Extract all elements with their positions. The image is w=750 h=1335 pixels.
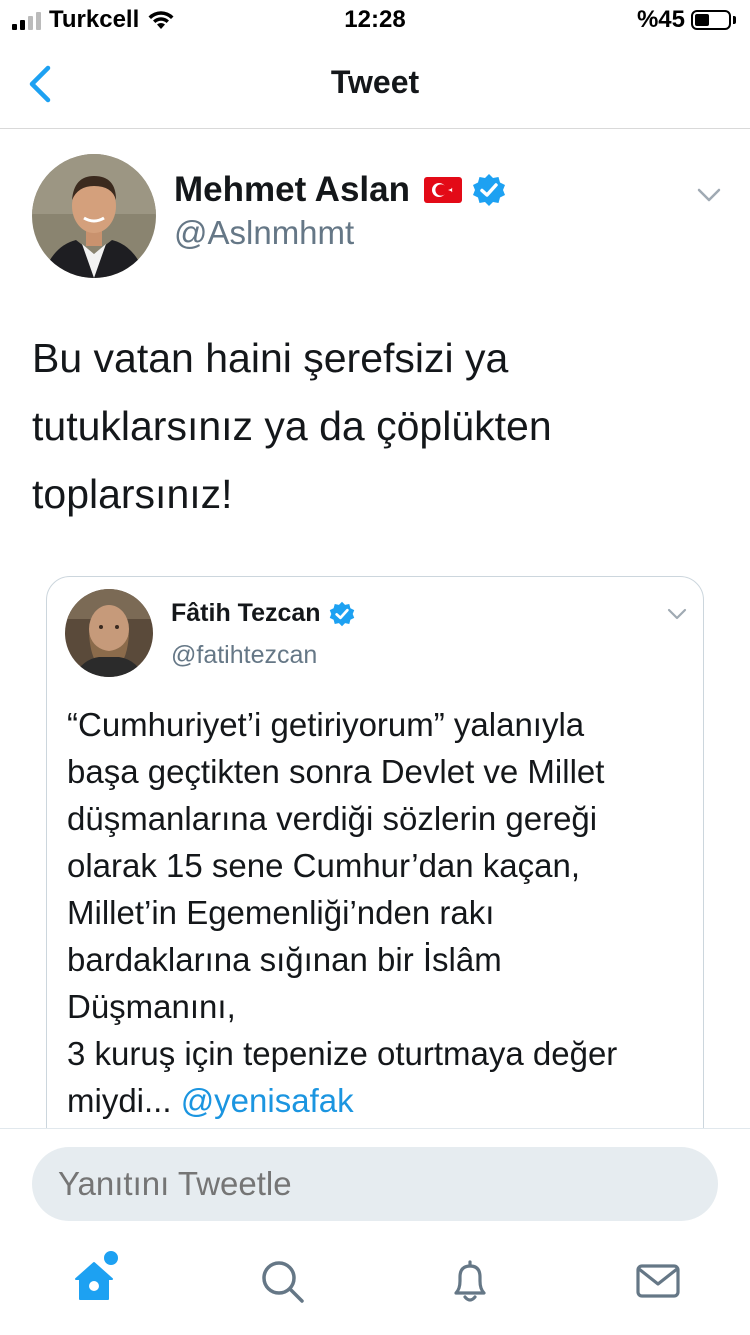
tab-bar: [0, 1249, 750, 1335]
quoted-author-name[interactable]: Fâtih Tezcan: [171, 599, 355, 628]
quoted-text-line: miydi...: [67, 1082, 172, 1119]
quoted-text-line: “Cumhuriyet’i getiriyorum” yalanıyla: [67, 706, 585, 743]
quoted-author-name-text: Fâtih Tezcan: [171, 599, 321, 627]
quoted-text-line: olarak 15 sene Cumhur’dan kaçan,: [67, 847, 581, 884]
reply-input[interactable]: [32, 1147, 718, 1221]
author-name-text: Mehmet Aslan: [174, 170, 410, 209]
quoted-text-last-line: miydi... @yenisafak: [67, 1077, 697, 1124]
quoted-text-line: Millet’in Egemenliği’nden rakı: [67, 894, 495, 931]
author-avatar[interactable]: [32, 154, 156, 278]
tab-messages[interactable]: [634, 1257, 682, 1305]
quoted-text-line: bardaklarına sığınan bir İslâm: [67, 941, 502, 978]
tab-search[interactable]: [258, 1257, 306, 1305]
quoted-text-line: 3 kuruş için tepenize oturtmaya değer: [67, 1035, 618, 1072]
notifications-icon: [454, 1260, 486, 1302]
verified-badge-icon: [329, 601, 354, 626]
tweet-text: Bu vatan haini şerefsizi ya tutuklarsını…: [32, 335, 552, 517]
turkey-flag-icon: [423, 177, 462, 203]
search-icon: [262, 1261, 304, 1303]
author-name[interactable]: Mehmet Aslan: [174, 170, 506, 210]
author-handle[interactable]: @Aslnmhmt: [174, 214, 354, 252]
tab-notifications[interactable]: [446, 1257, 494, 1305]
new-tweets-dot: [102, 1249, 120, 1267]
chevron-down-icon[interactable]: [696, 186, 722, 204]
verified-badge-icon: [472, 174, 505, 206]
tab-home[interactable]: [70, 1249, 120, 1305]
quoted-tweet-card[interactable]: Fâtih Tezcan @fatihtezcan “Cumhuriyet’i …: [46, 576, 704, 1156]
quoted-author-avatar[interactable]: [65, 589, 153, 677]
reply-bar: [0, 1128, 750, 1335]
battery-icon: [691, 10, 731, 30]
quoted-author-handle[interactable]: @fatihtezcan: [171, 641, 317, 670]
quoted-text-line: Düşmanını,: [67, 988, 236, 1025]
page-title: Tweet: [330, 64, 420, 100]
quoted-tweet-text: “Cumhuriyet’i getiriyorum” yalanıyla baş…: [67, 701, 697, 1124]
status-bar: Turkcell 12:28 %45: [0, 0, 750, 40]
quoted-text-line: başa geçtikten sonra Devlet ve Millet: [67, 753, 605, 790]
messages-icon: [636, 1264, 680, 1298]
quoted-text-line: düşmanlarına verdiği sözlerin gereği: [67, 800, 598, 837]
nav-bar: Tweet: [0, 40, 750, 129]
chevron-down-icon[interactable]: [667, 607, 687, 621]
mention-link[interactable]: @yenisafak: [181, 1082, 354, 1119]
battery-percent: %45: [636, 6, 685, 33]
